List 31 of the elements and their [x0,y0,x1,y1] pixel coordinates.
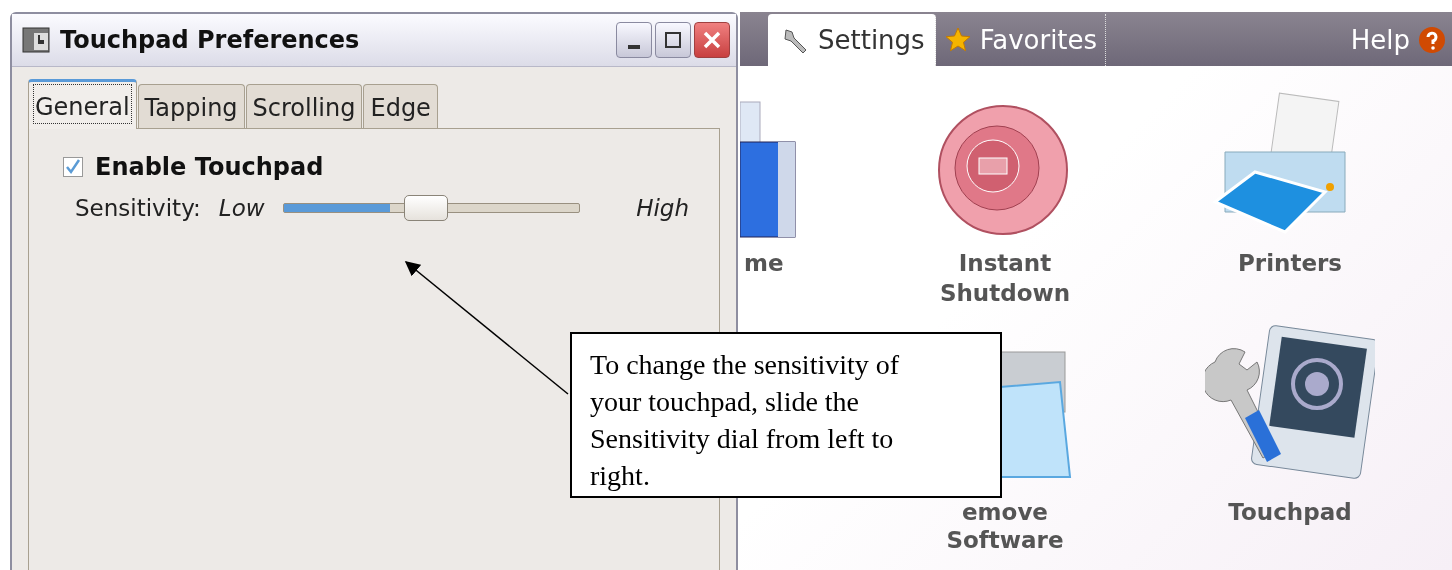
checkbox-label: Enable Touchpad [95,153,324,181]
help-button[interactable]: Help [1344,14,1452,66]
star-icon [943,26,972,54]
tab[interactable]: Tapping [137,84,245,129]
item-label[interactable]: Instant Shutdown [917,248,1093,308]
tab[interactable]: Favorites [935,14,1107,66]
item-label[interactable]: Printers [1237,248,1343,278]
high-label: High [636,195,689,221]
help-icon [1418,26,1446,54]
maximize-icon [665,32,681,48]
close-icon [703,31,721,49]
maximize-button[interactable] [655,22,691,58]
item-label[interactable]: Touchpad [1228,498,1352,526]
window-title: Touchpad Preferences [60,26,361,54]
item-label[interactable]: emove Software [917,498,1093,554]
touchpad-icon [1205,322,1375,482]
slider-label: Sensitivity: [75,195,201,221]
item-label[interactable]: me [744,248,784,278]
tab[interactable]: Settings [768,14,936,66]
low-label: Low [218,195,265,221]
checkbox[interactable] [63,157,83,177]
minimize-icon [628,45,640,49]
tab[interactable]: Edge [363,84,438,129]
callout-tooltip: To change the sensitivity of your touchpad, slide the Sensitivity dial from left to right. [570,332,1002,498]
checkmark-icon [64,158,82,176]
close-button[interactable] [694,22,730,58]
tab[interactable]: General [28,79,137,129]
slider-thumb[interactable] [404,195,449,221]
minimize-button[interactable] [616,22,652,58]
app-icon [22,25,52,55]
tab[interactable]: Scrolling [245,84,363,129]
